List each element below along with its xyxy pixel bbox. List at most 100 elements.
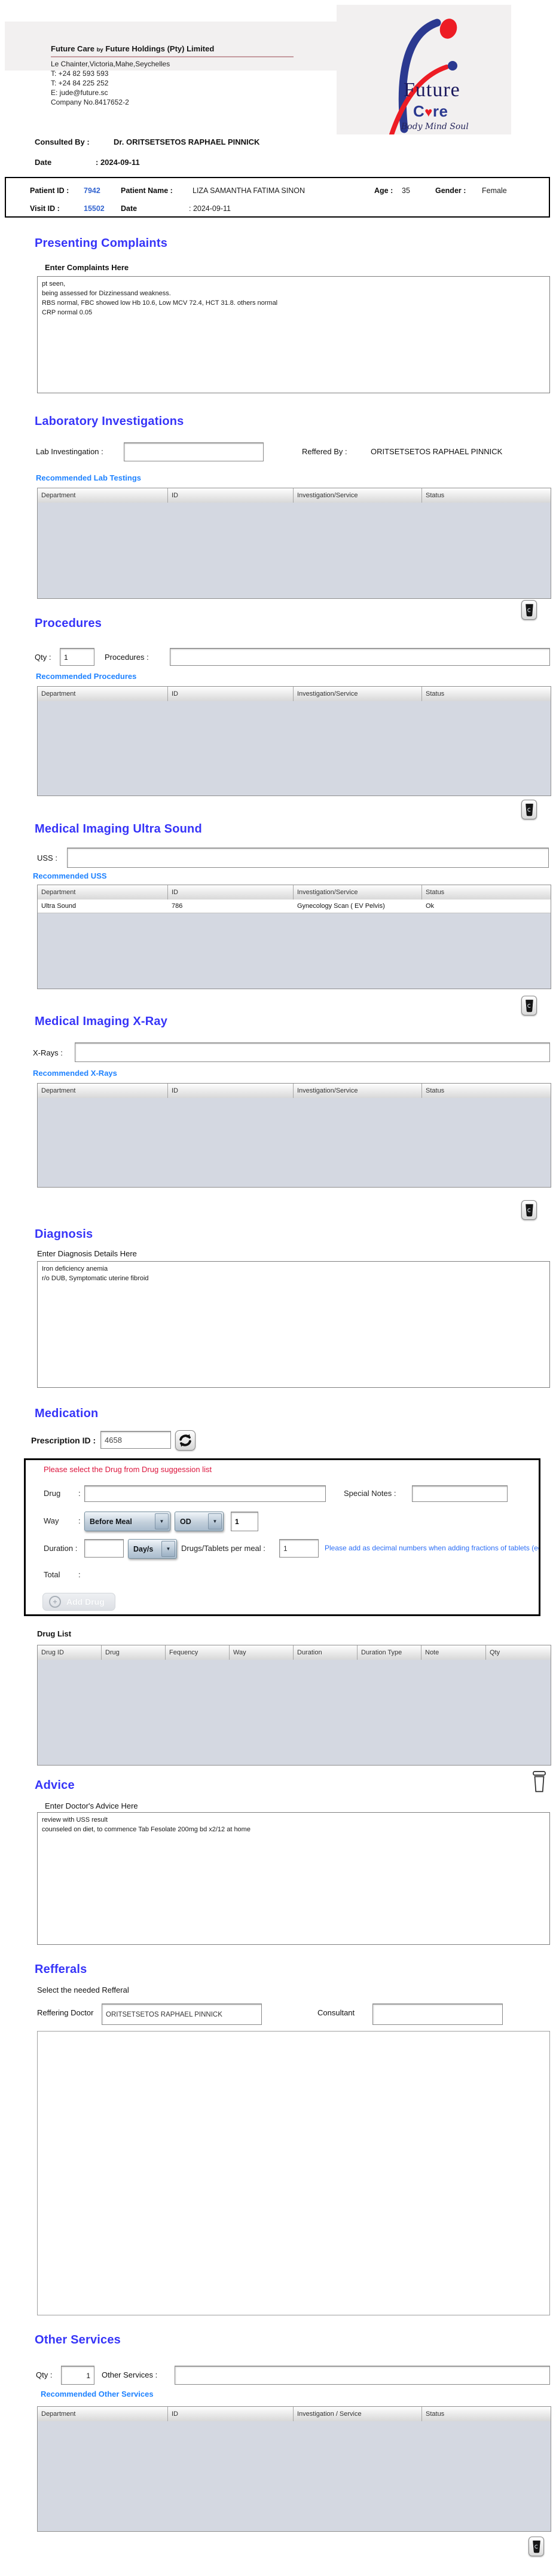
- cell-id: 786: [168, 900, 294, 913]
- section-title-other-services: Other Services: [35, 2333, 121, 2347]
- prescription-id-input[interactable]: [100, 1431, 171, 1449]
- recommended-other-services-link[interactable]: Recommended Other Services: [41, 2390, 154, 2398]
- other-services-trash-button[interactable]: [528, 2537, 544, 2556]
- uss-table-row[interactable]: Ultra Sound 786 Gynecology Scan ( EV Pel…: [38, 900, 551, 913]
- trash-icon: [525, 604, 534, 617]
- advice-textarea[interactable]: review with USS result counseled on diet…: [37, 1812, 550, 1945]
- section-title-advice: Advice: [35, 1779, 75, 1792]
- uss-trash-button[interactable]: [521, 996, 537, 1015]
- column-header-investigation: Investigation/Service: [294, 1084, 422, 1098]
- column-header-note: Note: [421, 1645, 486, 1660]
- column-header-investigation: Investigation/Service: [294, 687, 422, 701]
- column-header-id: ID: [168, 488, 294, 503]
- complaints-textarea[interactable]: pt seen, being assessed for Dizzinessand…: [37, 276, 550, 393]
- recommended-xrays-link[interactable]: Recommended X-Rays: [33, 1069, 117, 1078]
- patient-id-label: Patient ID :: [30, 186, 69, 195]
- consulted-by-label: Consulted By :: [35, 137, 90, 146]
- title-underline: [51, 56, 294, 57]
- recommended-uss-link[interactable]: Recommended USS: [33, 871, 107, 880]
- special-notes-input[interactable]: [412, 1485, 508, 1502]
- duration-type-selected-value: Day/s: [133, 1545, 153, 1553]
- uss-input[interactable]: [67, 848, 549, 868]
- prescription-id-label: Prescription ID :: [31, 1436, 96, 1445]
- refresh-prescription-button[interactable]: [175, 1430, 195, 1451]
- section-title-presenting-complaints: Presenting Complaints: [35, 237, 167, 250]
- column-header-way: Way: [230, 1645, 294, 1660]
- trash-icon: [532, 2540, 541, 2553]
- column-header-status: Status: [422, 885, 551, 900]
- consultation-page: Future C♥re Body Mind Soul Future Care b…: [0, 0, 556, 2576]
- consult-date-label: Date: [35, 158, 51, 167]
- section-title-laboratory: Laboratory Investigations: [35, 415, 184, 429]
- column-header-id: ID: [168, 2407, 294, 2421]
- xray-table-header: Department ID Investigation/Service Stat…: [38, 1084, 551, 1098]
- way-selected-value: Before Meal: [90, 1518, 132, 1526]
- patient-name-label: Patient Name :: [121, 186, 173, 195]
- xray-table: Department ID Investigation/Service Stat…: [37, 1083, 551, 1188]
- way-select[interactable]: Before Meal ▼: [84, 1512, 170, 1531]
- heart-icon: ♥: [424, 105, 433, 120]
- fraction-note: Please add as decimal numbers when addin…: [325, 1544, 539, 1552]
- column-header-qty: Qty: [486, 1645, 551, 1660]
- procedures-table: Department ID Investigation/Service Stat…: [37, 686, 551, 796]
- column-header-status: Status: [422, 687, 551, 701]
- reffering-doctor-label: Reffering Doctor: [37, 2008, 93, 2017]
- column-header-investigation: Investigation/Service: [294, 488, 422, 503]
- drug-list-label: Drug List: [37, 1629, 71, 1638]
- column-header-drug-id: Drug ID: [38, 1645, 102, 1660]
- patient-name-value: LIZA SAMANTHA FATIMA SINON: [193, 186, 305, 195]
- uss-table-body: Ultra Sound 786 Gynecology Scan ( EV Pel…: [38, 900, 551, 989]
- diagnosis-label: Enter Diagnosis Details Here: [37, 1249, 137, 1258]
- age-label: Age :: [374, 186, 393, 195]
- lab-table-body: [38, 503, 551, 598]
- recommended-lab-testings-link[interactable]: Recommended Lab Testings: [36, 473, 141, 482]
- refresh-icon: [178, 1433, 193, 1448]
- lab-investigation-input[interactable]: [124, 442, 264, 461]
- per-meal-input[interactable]: [279, 1539, 319, 1558]
- way-label: Way: [44, 1516, 59, 1525]
- drug-entry-panel: Please select the Drug from Drug suggess…: [24, 1458, 540, 1616]
- age-value: 35: [402, 186, 410, 195]
- add-drug-button[interactable]: + Add Drug: [42, 1593, 115, 1611]
- drug-input[interactable]: [84, 1485, 326, 1502]
- other-services-input[interactable]: [175, 2366, 550, 2385]
- lab-table-header: Department ID Investigation/Service Stat…: [38, 488, 551, 503]
- consultant-input[interactable]: [372, 2003, 503, 2025]
- recommended-procedures-link[interactable]: Recommended Procedures: [36, 672, 136, 681]
- drug-list-table: Drug ID Drug Fequency Way Duration Durat…: [37, 1645, 551, 1766]
- procedures-input[interactable]: [170, 648, 550, 666]
- other-services-table-body: [38, 2421, 551, 2531]
- complaints-label: Enter Complaints Here: [45, 263, 129, 272]
- other-qty-input[interactable]: [61, 2366, 94, 2385]
- lab-trash-button[interactable]: [521, 600, 537, 620]
- xray-table-body: [38, 1098, 551, 1187]
- other-services-table-header: Department ID Investigation / Service St…: [38, 2407, 551, 2421]
- advice-trash-button[interactable]: [530, 1769, 549, 1794]
- visit-date-label: Date: [121, 204, 137, 213]
- section-title-refferals: Refferals: [35, 1963, 87, 1977]
- xray-input[interactable]: [75, 1042, 550, 1062]
- duration-input[interactable]: [84, 1539, 124, 1558]
- visit-id-value: 15502: [84, 204, 105, 213]
- refferals-list-box[interactable]: [37, 2031, 550, 2315]
- frequency-select[interactable]: OD ▼: [175, 1512, 224, 1531]
- trash-icon: [525, 1204, 534, 1217]
- duration-type-select[interactable]: Day/s ▼: [128, 1539, 177, 1559]
- address-line: T: +24 82 593 593: [51, 69, 108, 78]
- address-line: Company No.8417652-2: [51, 98, 129, 106]
- reffering-doctor-input[interactable]: [102, 2003, 262, 2025]
- drug-list-table-header: Drug ID Drug Fequency Way Duration Durat…: [38, 1645, 551, 1660]
- xray-trash-button[interactable]: [521, 1200, 537, 1220]
- frequency-qty-input[interactable]: [231, 1512, 258, 1531]
- procedures-qty-input[interactable]: [60, 648, 94, 666]
- column-header-drug: Drug: [102, 1645, 166, 1660]
- procedures-trash-button[interactable]: [521, 800, 537, 819]
- logo-word-future: Future: [404, 79, 460, 102]
- diagnosis-textarea[interactable]: Iron deficiency anemia r/o DUB, Symptoma…: [37, 1261, 550, 1388]
- chevron-down-icon: ▼: [161, 1541, 175, 1557]
- address-line: T: +24 84 225 252: [51, 79, 108, 87]
- procedures-label: Procedures :: [105, 653, 149, 662]
- cell-status: Ok: [422, 900, 551, 913]
- frequency-selected-value: OD: [180, 1518, 191, 1526]
- column-header-status: Status: [422, 488, 551, 503]
